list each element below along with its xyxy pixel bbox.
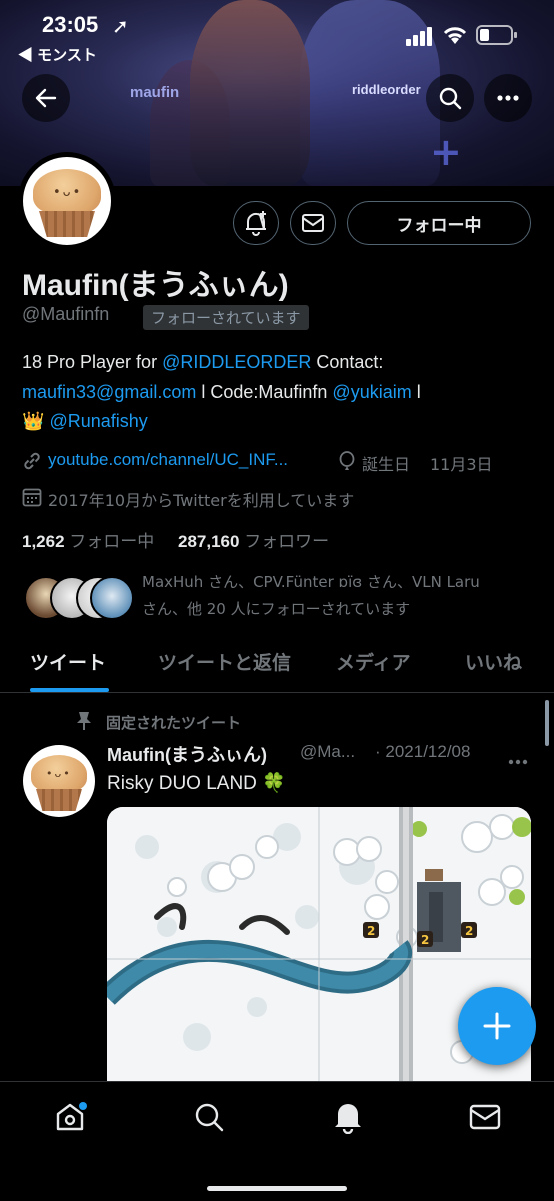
calendar-icon [22, 487, 42, 511]
link-icon [22, 451, 42, 475]
email-link[interactable]: maufin33@gmail.com [22, 382, 196, 402]
bio-line-1: 18 Pro Player for @RIDDLEORDER Contact: [22, 352, 384, 372]
tab-tweets-and-replies[interactable]: ツイートと返信 [158, 648, 291, 675]
battery-icon [476, 24, 518, 50]
tweet-author[interactable]: Maufin(まうふぃん) [107, 741, 267, 767]
followed-by-line-1[interactable]: MaxHuh さん、CPV.Fünter ɒïɞ さん、VLN Laru [142, 571, 480, 592]
birthday-label: 誕生日 [362, 455, 411, 474]
follower-avatar-4[interactable] [90, 576, 134, 620]
pin-icon [76, 711, 92, 735]
pinned-label: 固定されたツイート [106, 714, 242, 732]
nav-search-button[interactable] [189, 1097, 229, 1137]
svg-text:2: 2 [421, 933, 429, 947]
mail-icon [302, 214, 324, 232]
notification-button[interactable] [233, 201, 279, 245]
mail-nav-icon [469, 1104, 501, 1130]
notification-bell-icon [246, 211, 266, 236]
compose-button[interactable] [458, 987, 536, 1065]
banner-text-right: riddleorder [352, 82, 421, 97]
profile-name: Maufin(まうふぃん) [22, 269, 289, 302]
follows-you-badge: フォローされています [143, 305, 309, 330]
tweet-text: Risky DUO LAND 🍀 [107, 773, 286, 794]
followers-count: 287,160 [178, 532, 240, 551]
bio-line-3: 👑 @Runafishy [22, 411, 148, 432]
yukiaim-link[interactable]: @yukiaim [332, 382, 411, 402]
tweet-handle[interactable]: @Ma... [300, 742, 355, 762]
crown-emoji: 👑 [22, 411, 45, 431]
following-button[interactable]: フォロー中 [347, 201, 531, 245]
more-options-button[interactable] [484, 74, 532, 122]
website-link[interactable]: youtube.com/channel/UC_INF... [48, 450, 288, 470]
nav-messages-button[interactable] [465, 1097, 505, 1137]
tab-likes[interactable]: いいね [465, 648, 522, 675]
search-icon [439, 87, 462, 110]
tweet-more-button[interactable] [508, 750, 528, 769]
message-button[interactable] [290, 201, 336, 245]
back-arrow-icon [35, 88, 57, 108]
following-count: 1,262 [22, 532, 65, 551]
compose-plus-icon [483, 1012, 511, 1040]
status-time: 23:05 [42, 12, 99, 37]
following-count-link[interactable]: 1,262 フォロー中 [22, 527, 154, 552]
tabs-divider [0, 692, 554, 693]
search-nav-icon [195, 1103, 224, 1132]
tweet-date[interactable]: · 2021/12/08 [375, 742, 470, 762]
home-indicator [207, 1186, 347, 1191]
location-icon: ➚ [112, 16, 129, 38]
more-icon [497, 95, 519, 101]
bio-line-2: maufin33@gmail.com l Code:Maufinfn @yuki… [22, 382, 421, 402]
scrollbar[interactable] [545, 700, 549, 746]
tweet-avatar[interactable]: •ᴗ• [22, 744, 96, 818]
birthday-value: 11月3日 [430, 455, 493, 474]
cellular-signal-icon [406, 26, 434, 50]
tab-media[interactable]: メディア [336, 648, 411, 675]
tweet-more-icon [508, 759, 528, 765]
nav-home-button[interactable] [50, 1097, 90, 1137]
profile-avatar[interactable]: •ᴗ• [18, 152, 116, 250]
wifi-icon [442, 24, 468, 50]
nav-notifications-button[interactable] [328, 1097, 368, 1137]
svg-text:2: 2 [465, 924, 473, 938]
back-to-app-link[interactable]: ◀ モンスト [18, 44, 97, 65]
banner-text-left: maufin [130, 84, 180, 101]
followers-count-link[interactable]: 287,160 フォロワー [178, 527, 329, 552]
plus-decoration: + [430, 130, 462, 174]
profile-handle: @Maufinfn [22, 304, 110, 324]
muffin-face: •ᴗ• [53, 185, 83, 200]
joined-date: 2017年10月からTwitterを利用しています [48, 491, 355, 510]
riddleorder-link[interactable]: @RIDDLEORDER [162, 352, 311, 372]
bell-nav-icon [335, 1104, 361, 1134]
tab-tweets[interactable]: ツイート [30, 648, 106, 675]
following-label: フォロー中 [69, 532, 155, 551]
followed-by-line-2[interactable]: さん、他 20 人にフォローされています [142, 598, 410, 619]
balloon-icon [338, 451, 356, 475]
followers-label: フォロワー [244, 532, 330, 551]
back-button[interactable] [22, 74, 70, 122]
svg-text:2: 2 [367, 924, 375, 938]
search-button[interactable] [426, 74, 474, 122]
home-icon [56, 1102, 87, 1131]
runafishy-link[interactable]: @Runafishy [49, 411, 147, 431]
